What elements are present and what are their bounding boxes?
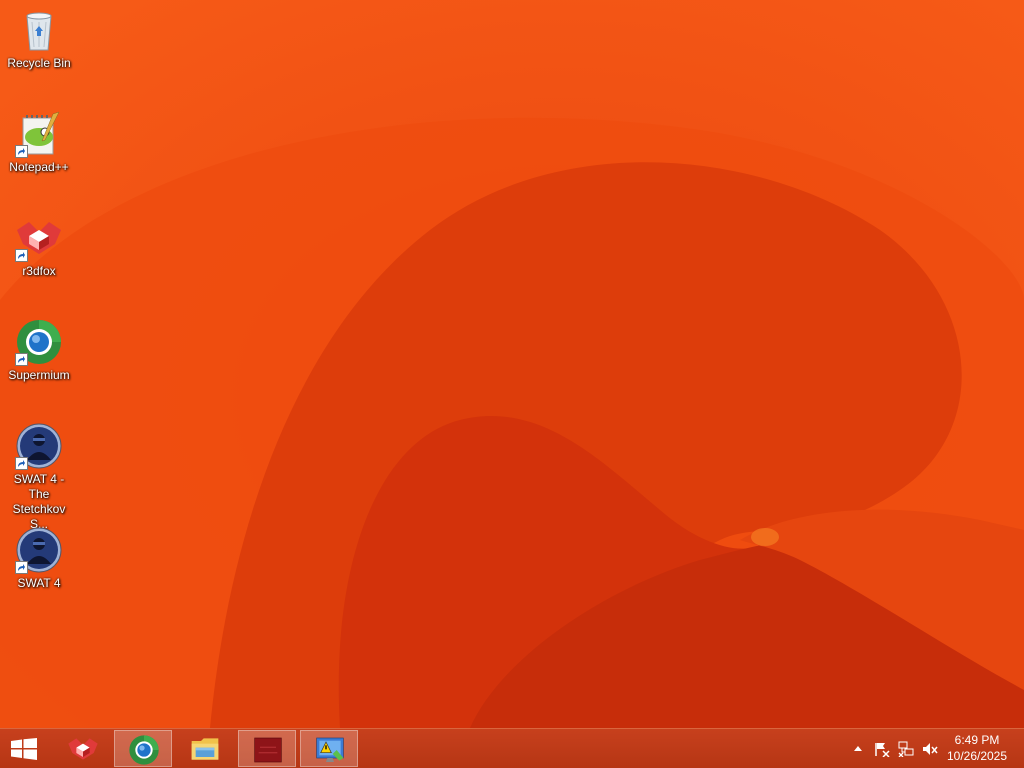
shortcut-arrow-icon	[15, 249, 28, 262]
start-button[interactable]	[0, 730, 58, 767]
r3dfox-icon	[15, 214, 63, 262]
recycle-bin-icon	[15, 6, 63, 54]
clock-date: 10/26/2025	[946, 749, 1008, 763]
desktop-icon-swat4-stetchkov[interactable]: SWAT 4 - The Stetchkov S...	[0, 418, 78, 532]
action-center-icon	[316, 737, 344, 762]
taskbar-button-action-center[interactable]	[300, 730, 358, 767]
notepad-plus-plus-icon	[15, 110, 63, 158]
wallpaper-thumbnail-icon	[254, 737, 282, 763]
volume-muted-icon[interactable]	[922, 741, 938, 757]
shortcut-arrow-icon	[15, 353, 28, 366]
taskbar-button-wallpaper[interactable]	[238, 730, 296, 767]
r3dfox-icon	[68, 738, 98, 760]
taskbar-button-supermium[interactable]	[114, 730, 172, 767]
desktop-icon-recycle-bin[interactable]: Recycle Bin	[0, 2, 78, 71]
desktop-icon-label: r3dfox	[22, 264, 56, 278]
desktop-icon-label: Supermium	[8, 368, 70, 382]
shortcut-arrow-icon	[15, 145, 28, 158]
show-hidden-icons-chevron[interactable]	[850, 741, 866, 757]
taskbar-button-r3dfox[interactable]	[54, 730, 112, 767]
desktop-icon-label: Recycle Bin	[7, 56, 71, 70]
action-center-flag-icon[interactable]	[874, 741, 890, 758]
file-explorer-icon	[191, 738, 219, 760]
desktop-icon-r3dfox[interactable]: r3dfox	[0, 210, 78, 279]
desktop-icon-label: Notepad++	[9, 160, 69, 174]
taskbar-button-file-explorer[interactable]	[176, 730, 234, 767]
supermium-icon	[129, 735, 159, 765]
desktop-icon-supermium[interactable]: Supermium	[0, 314, 78, 383]
desktop[interactable]: Recycle Bin Notepad++ r3dfox Supermium S…	[0, 0, 1024, 728]
desktop-wallpaper	[0, 0, 1024, 728]
desktop-icon-label: SWAT 4	[17, 576, 61, 590]
taskbar-clock[interactable]: 6:49 PM 10/26/2025	[942, 732, 1012, 764]
swat4-icon	[15, 526, 63, 574]
supermium-icon	[15, 318, 63, 366]
clock-time: 6:49 PM	[954, 733, 1000, 747]
shortcut-arrow-icon	[15, 561, 28, 574]
desktop-icon-swat4[interactable]: SWAT 4	[0, 522, 78, 591]
windows-start-icon	[11, 738, 37, 760]
network-icon[interactable]	[898, 741, 914, 758]
desktop-icon-notepad-plus-plus[interactable]: Notepad++	[0, 106, 78, 175]
taskbar: 6:49 PM 10/26/2025	[0, 728, 1024, 768]
swat4-stetchkov-icon	[15, 422, 63, 470]
shortcut-arrow-icon	[15, 457, 28, 470]
